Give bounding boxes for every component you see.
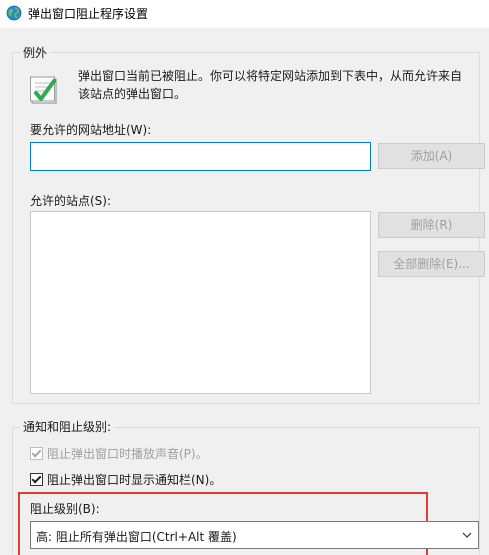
- show-bar-checkbox[interactable]: [30, 472, 43, 486]
- chevron-down-icon: [462, 532, 472, 538]
- block-level-select[interactable]: 高: 阻止所有弹出窗口(Ctrl+Alt 覆盖): [30, 521, 479, 549]
- exceptions-description: 弹出窗口当前已被阻止。你可以将特定网站添加到下表中，从而允许来自 该站点的弹出窗…: [78, 69, 463, 101]
- checklist-icon: [30, 76, 57, 104]
- block-level-label: 阻止级别(B):: [30, 502, 100, 516]
- globe-icon: [6, 5, 22, 21]
- window-title: 弹出窗口阻止程序设置: [28, 7, 149, 21]
- play-sound-checkbox[interactable]: [30, 446, 43, 460]
- exceptions-group-label: 例外: [20, 44, 51, 61]
- remove-button[interactable]: 删除(R): [378, 212, 485, 238]
- notifications-group-label: 通知和阻止级别:: [20, 418, 115, 435]
- add-button[interactable]: 添加(A): [378, 143, 485, 169]
- remove-all-button[interactable]: 全部删除(E)...: [378, 251, 485, 277]
- play-sound-option: 阻止弹出窗口时播放声音(P)。: [30, 445, 208, 461]
- block-level-value: 高: 阻止所有弹出窗口(Ctrl+Alt 覆盖): [36, 530, 237, 544]
- address-label: 要允许的网站地址(W):: [30, 123, 152, 137]
- show-bar-label: 阻止弹出窗口时显示通知栏(N)。: [47, 472, 222, 487]
- play-sound-label: 阻止弹出窗口时播放声音(P)。: [47, 446, 208, 461]
- allowed-sites-list[interactable]: [30, 211, 371, 394]
- show-bar-option: 阻止弹出窗口时显示通知栏(N)。: [30, 471, 221, 487]
- allowed-sites-label: 允许的站点(S):: [30, 194, 112, 208]
- title-bar: 弹出窗口阻止程序设置: [0, 0, 489, 28]
- address-input[interactable]: [30, 142, 371, 171]
